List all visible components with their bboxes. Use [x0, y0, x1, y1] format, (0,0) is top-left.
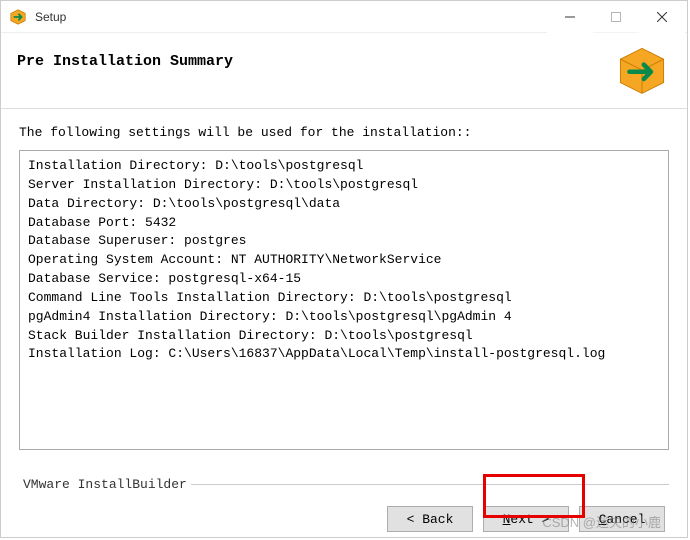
app-icon [9, 8, 27, 26]
instruction-text: The following settings will be used for … [19, 125, 669, 140]
cancel-button[interactable]: Cancel [579, 506, 665, 532]
close-button[interactable] [639, 1, 685, 33]
button-row: < Back Next > Cancel [19, 506, 669, 532]
footer-group: VMware InstallBuilder < Back Next > Canc… [19, 477, 669, 537]
footer-brand: VMware InstallBuilder [19, 477, 191, 492]
page-title: Pre Installation Summary [17, 53, 671, 70]
minimize-button[interactable] [547, 1, 593, 33]
cancel-label-rest: ancel [606, 512, 645, 527]
footer: VMware InstallBuilder < Back Next > Canc… [1, 477, 687, 537]
titlebar: Setup [1, 1, 687, 33]
package-icon [615, 43, 669, 97]
content-area: The following settings will be used for … [1, 109, 687, 450]
back-button[interactable]: < Back [387, 506, 473, 532]
next-button[interactable]: Next > [483, 506, 569, 532]
maximize-button[interactable] [593, 1, 639, 33]
window-controls [547, 1, 685, 32]
header: Pre Installation Summary [1, 33, 687, 109]
setup-window: Setup Pre Installation Summary The follo… [0, 0, 688, 538]
next-label-rest: ext > [510, 512, 549, 527]
window-title: Setup [35, 10, 547, 24]
summary-textbox[interactable]: Installation Directory: D:\tools\postgre… [19, 150, 669, 450]
